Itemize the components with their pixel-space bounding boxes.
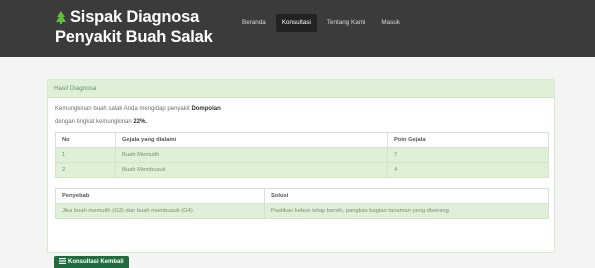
brand[interactable]: Sispak Diagnosa Penyakit Buah Salak bbox=[55, 8, 213, 46]
button-label: Konsultasi Kembali bbox=[68, 259, 124, 265]
cell-gejala: Buah Membusuk bbox=[115, 162, 388, 178]
intro-text: Kemungkinan buah salak Anda mengidap pen… bbox=[55, 106, 190, 112]
cell-penyebab: Jika buah memutih (G3) dan buah membusuk… bbox=[55, 203, 265, 219]
cell-no: 2 bbox=[55, 162, 116, 178]
nav-konsultasi[interactable]: Konsultasi bbox=[275, 14, 317, 32]
cell-solusi: Pastikan kebun tetap bersih, pangkas bag… bbox=[264, 203, 549, 219]
list-icon bbox=[59, 258, 66, 267]
col-solusi: Solusi bbox=[264, 188, 549, 204]
diagnosis-panel: Hasil Diagnosa Kemungkinan buah salak An… bbox=[47, 79, 555, 253]
col-penyebab: Penyebab bbox=[55, 188, 265, 204]
solution-table: Penyebab Solusi Jika buah memutih (G3) d… bbox=[55, 188, 549, 219]
cell-poin: 7 bbox=[387, 147, 549, 163]
disease-name: Dompolan bbox=[191, 106, 221, 112]
diagnosis-text: Kemungkinan buah salak Anda mengidap pen… bbox=[55, 104, 547, 114]
brand-title-line1: Sispak Diagnosa bbox=[70, 8, 200, 26]
col-gejala: Gejala yang dialami bbox=[115, 132, 388, 148]
nav-tentang-kami[interactable]: Tentang Kami bbox=[321, 14, 372, 32]
cell-no: 1 bbox=[55, 147, 116, 163]
panel-heading: Hasil Diagnosa bbox=[48, 80, 554, 98]
table-row: Jika buah memutih (G3) dan buah membusuk… bbox=[55, 203, 549, 219]
panel-body: Kemungkinan buah salak Anda mengidap pen… bbox=[48, 98, 554, 225]
konsultasi-kembali-button[interactable]: Konsultasi Kembali bbox=[54, 256, 129, 268]
table-header-row: Penyebab Solusi bbox=[55, 188, 549, 204]
table-header-row: No Gejala yang dialami Poin Gejala bbox=[55, 132, 549, 148]
rate-value: 22%. bbox=[133, 119, 148, 125]
rate-text: dengan tingkat kemungkinan bbox=[55, 119, 132, 125]
symptoms-table: No Gejala yang dialami Poin Gejala 1 Bua… bbox=[55, 132, 549, 178]
navbar: Sispak Diagnosa Penyakit Buah Salak Bera… bbox=[0, 0, 595, 57]
main-nav: Beranda Konsultasi Tentang Kami Masuk bbox=[236, 14, 406, 32]
cell-poin: 4 bbox=[387, 162, 549, 178]
cell-gejala: Buah Memutih bbox=[115, 147, 388, 163]
table-row: 1 Buah Memutih 7 bbox=[55, 147, 549, 163]
leaf-icon bbox=[55, 10, 67, 28]
brand-title-line2: Penyakit Buah Salak bbox=[55, 28, 213, 46]
nav-beranda[interactable]: Beranda bbox=[236, 14, 272, 32]
col-poin: Poin Gejala bbox=[387, 132, 549, 148]
nav-masuk[interactable]: Masuk bbox=[375, 14, 406, 32]
table-row: 2 Buah Membusuk 4 bbox=[55, 162, 549, 178]
probability-text: dengan tingkat kemungkinan 22%. bbox=[55, 117, 547, 127]
col-no: No bbox=[55, 132, 116, 148]
